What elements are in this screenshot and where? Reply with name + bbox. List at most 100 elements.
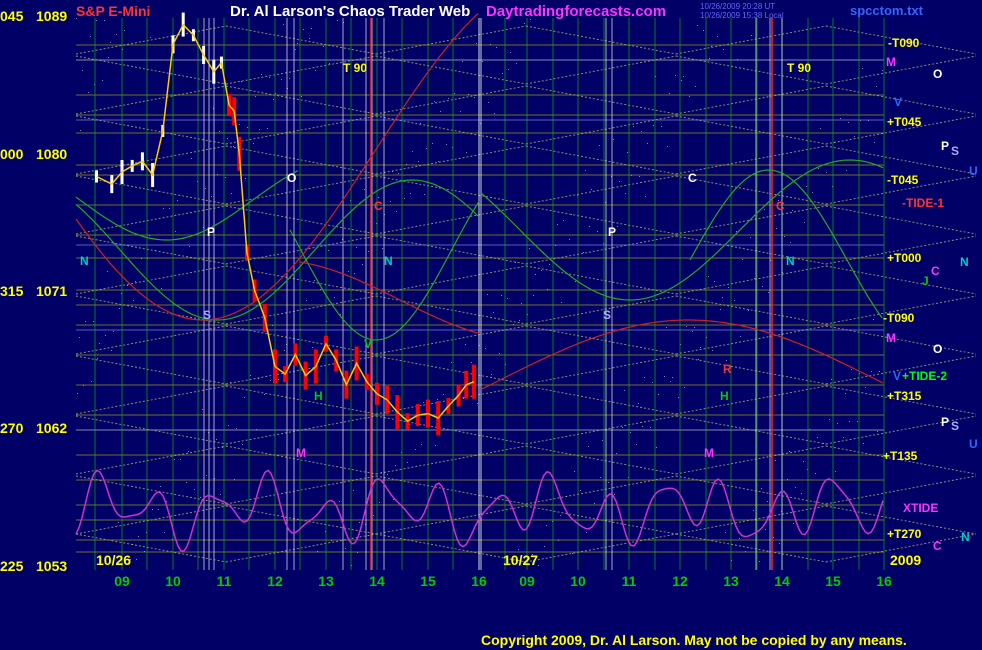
bg-dot [228,425,229,426]
bg-dot [415,449,416,450]
bg-dot [465,344,466,345]
right-label: M [886,331,896,345]
bg-dot [672,377,673,378]
bg-dot [538,565,539,566]
right-mark: O [933,67,942,81]
bg-dot [309,38,310,39]
bg-dot [295,49,296,50]
bg-dot [736,231,737,232]
bg-dot [451,362,452,363]
bg-dot [588,446,589,447]
bg-dot [124,30,125,31]
bg-dot [507,298,508,299]
chart-annotation: T 90 [787,61,811,75]
right-label: XTIDE [903,501,938,515]
bg-dot [188,451,189,452]
x-tick-label: 14 [369,573,385,589]
bg-dot [328,250,329,251]
bg-dot [278,379,279,380]
bg-dot [630,432,631,433]
bg-dot [236,428,237,429]
bg-dot [97,358,98,359]
y-tick-label: 1089 [36,8,67,24]
chart-annotation: C [374,199,383,213]
bg-dot [768,292,769,293]
bg-dot [879,371,880,372]
bg-dot [281,79,282,80]
bg-dot [845,393,846,394]
bg-dot [306,300,307,301]
bg-dot [862,68,863,69]
right-mark: C [933,539,942,553]
bg-dot [487,294,488,295]
chart-annotation: M [704,446,714,460]
bg-dot [138,536,139,537]
bg-dot [267,128,268,129]
bg-dot [116,34,117,35]
right-label: -T090 [888,36,920,50]
bg-dot [91,381,92,382]
bg-dot [728,287,729,288]
bg-dot [765,529,766,530]
y-tick-label: 1053 [36,558,67,574]
bg-dot [518,549,519,550]
bg-dot [424,194,425,195]
bg-dot [284,350,285,351]
bg-dot [849,421,850,422]
bg-dot [194,489,195,490]
bg-dot [264,394,265,395]
x-tick-label: 10 [570,573,586,589]
x-tick-label: 11 [217,573,232,589]
bg-dot [462,61,463,62]
bg-dot [700,347,701,348]
bg-dot [407,462,408,463]
bg-dot [150,37,151,38]
bg-dot [253,143,254,144]
bg-dot [108,57,109,58]
bg-dot [840,118,841,119]
bg-dot [410,193,411,194]
bg-dot [297,43,298,44]
bg-dot [535,274,536,275]
bg-dot [803,461,804,462]
bg-dot [806,186,807,187]
right-label: M [886,55,896,69]
bg-dot [753,510,754,511]
bg-dot [775,460,776,461]
bg-dot [664,376,665,377]
bg-dot [820,128,821,129]
bg-dot [574,471,575,472]
bg-dot [211,196,212,197]
bg-dot [491,374,492,375]
bg-dot [216,439,217,440]
bg-dot [837,423,838,424]
bg-dot [619,181,620,182]
right-label: +T000 [887,251,922,265]
bg-dot [748,310,749,311]
bg-dot [533,295,534,296]
bg-dot [362,264,363,265]
bg-dot [684,387,685,388]
y-angle-label: 270 [0,420,24,436]
bg-dot [202,409,203,410]
bg-dot [815,473,816,474]
bg-dot [516,63,517,64]
bg-dot [289,78,290,79]
bg-dot [873,319,874,320]
timestamp-local: 10/26/2009 15:38 Local [700,11,784,20]
bg-dot [675,75,676,76]
x-tick-label: 10 [165,573,181,589]
bg-dot [563,220,564,221]
bg-dot [652,382,653,383]
bg-dot [77,393,78,394]
x-tick-label: 12 [672,573,688,589]
bg-dot [597,231,598,232]
chart-annotation: T 90 [343,61,367,75]
bg-dot [600,477,601,478]
bg-dot [722,297,723,298]
bg-dot [434,101,435,102]
x-tick-label: 16 [471,573,487,589]
bg-dot [793,523,794,524]
bg-dot [200,497,201,498]
bg-dot [396,211,397,212]
